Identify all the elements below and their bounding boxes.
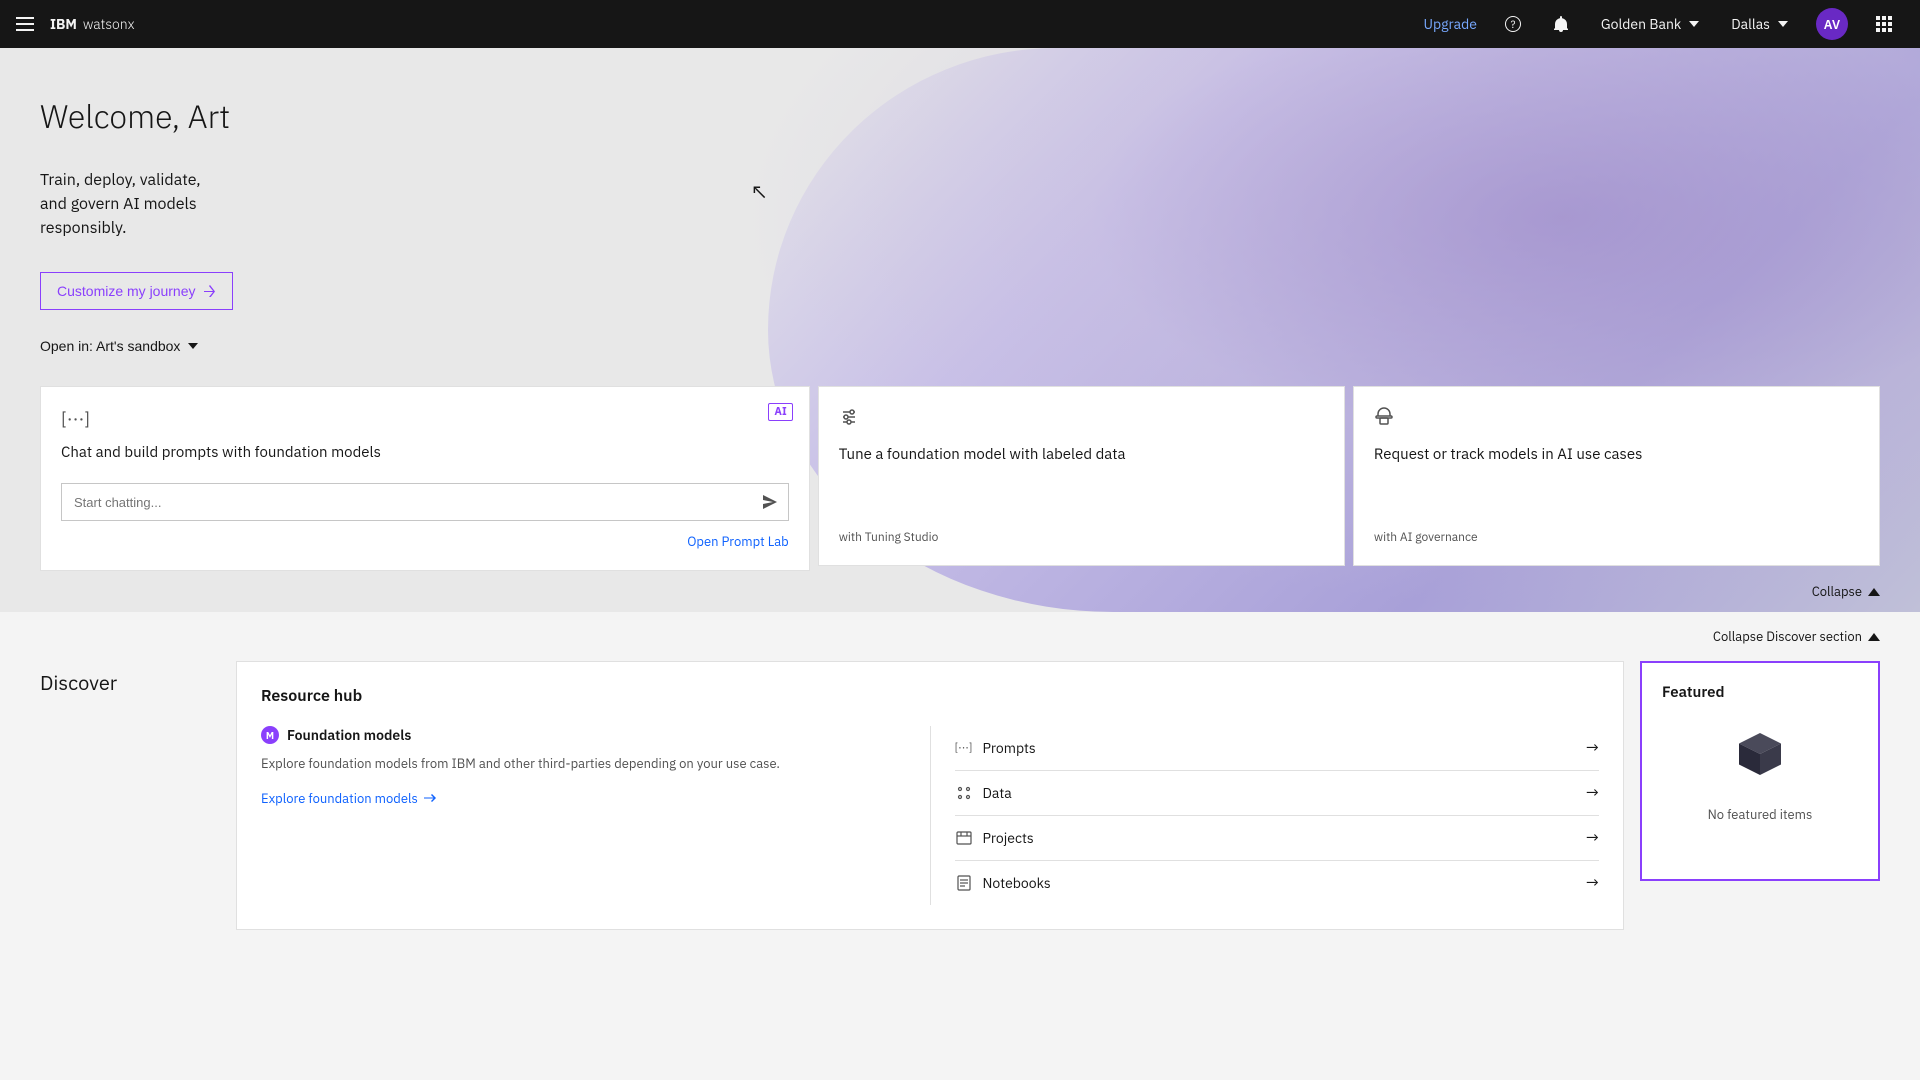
discover-label: Discover (40, 669, 220, 696)
projects-list-item[interactable]: Projects → (955, 816, 1600, 861)
hamburger-button[interactable] (16, 17, 34, 31)
foundation-models-section: M Foundation models Explore foundation m… (261, 726, 931, 905)
foundation-models-desc: Explore foundation models from IBM and o… (261, 754, 906, 774)
explore-foundation-models-link[interactable]: Explore foundation models (261, 790, 906, 807)
notebooks-arrow: → (1586, 873, 1599, 893)
projects-arrow: → (1586, 828, 1599, 848)
data-list-item[interactable]: Data → (955, 771, 1600, 816)
prompts-label: [···] Prompts (955, 739, 1036, 757)
collapse-button[interactable]: Collapse (40, 571, 1880, 612)
prompts-arrow: → (1586, 738, 1599, 758)
prompt-lab-card-title: Chat and build prompts with foundation m… (61, 442, 789, 463)
resource-hub-title: Resource hub (261, 686, 1599, 706)
tuning-icon (839, 407, 1324, 432)
foundation-models-icon: M (261, 726, 279, 744)
hero-section: Welcome, Art Train, deploy, validate, an… (0, 48, 1920, 612)
region-dropdown[interactable]: Dallas (1719, 0, 1800, 48)
data-icon (955, 784, 973, 802)
notebooks-label: Notebooks (955, 874, 1051, 892)
topbar-actions: Upgrade ? Golden Bank Dallas AV (1416, 0, 1904, 48)
brand-logo: IBM watsonx (50, 15, 1408, 33)
ai-governance-card[interactable]: Request or track models in AI use cases … (1353, 386, 1880, 566)
cards-row: [···] AI Chat and build prompts with fou… (40, 386, 1880, 571)
foundation-models-label: Foundation models (287, 726, 411, 744)
org-dropdown[interactable]: Golden Bank (1589, 0, 1711, 48)
notebooks-icon (955, 874, 973, 892)
customize-journey-button[interactable]: Customize my journey (40, 272, 233, 310)
chat-icon: [···] (61, 407, 789, 430)
collapse-discover-label: Collapse Discover section (1713, 628, 1862, 645)
open-in-row: Open in: Art's sandbox (40, 338, 1880, 354)
featured-empty-label: No featured items (1708, 806, 1813, 823)
data-arrow: → (1586, 783, 1599, 803)
projects-label: Projects (955, 829, 1034, 847)
tuning-card-title: Tune a foundation model with labeled dat… (839, 444, 1324, 465)
customize-journey-label: Customize my journey (57, 283, 196, 299)
apps-button[interactable] (1864, 0, 1904, 48)
prompt-lab-card[interactable]: [···] AI Chat and build prompts with fou… (40, 386, 810, 571)
hero-content: Welcome, Art Train, deploy, validate, an… (40, 96, 1880, 612)
discover-section: Collapse Discover section Discover Resou… (0, 612, 1920, 970)
help-button[interactable]: ? (1493, 0, 1533, 48)
welcome-title: Welcome, Art (40, 96, 1880, 136)
tuning-card-subtitle: with Tuning Studio (839, 530, 1324, 545)
avatar-initials: AV (1824, 16, 1840, 33)
open-in-label: Open in: Art's sandbox (40, 338, 180, 354)
open-prompt-lab-link[interactable]: Open Prompt Lab (61, 533, 789, 550)
featured-panel: Featured No featured items (1640, 661, 1880, 881)
avatar[interactable]: AV (1816, 8, 1848, 40)
collapse-discover-button[interactable]: Collapse Discover section (40, 612, 1880, 661)
org-name: Golden Bank (1601, 15, 1681, 33)
hero-subtitle: Train, deploy, validate, and govern AI m… (40, 168, 320, 240)
tuning-studio-card[interactable]: Tune a foundation model with labeled dat… (818, 386, 1345, 566)
chat-send-button[interactable] (752, 484, 788, 520)
foundation-models-header: M Foundation models (261, 726, 906, 744)
page: Welcome, Art Train, deploy, validate, an… (0, 48, 1920, 1080)
resource-hub: Resource hub M Foundation models Explore… (236, 661, 1624, 930)
chat-input[interactable] (62, 487, 752, 518)
resource-hub-content: M Foundation models Explore foundation m… (261, 726, 1599, 905)
featured-box-icon (1728, 722, 1792, 786)
topbar: IBM watsonx Upgrade ? Golden Bank Dallas… (0, 0, 1920, 48)
projects-icon (955, 829, 973, 847)
prompts-icon: [···] (955, 739, 973, 757)
svg-text:?: ? (1511, 18, 1516, 31)
discover-layout: Discover Resource hub M Foundation model… (40, 661, 1880, 930)
notifications-button[interactable] (1541, 0, 1581, 48)
governance-card-title: Request or track models in AI use cases (1374, 444, 1859, 465)
govern-icon (1374, 407, 1859, 432)
ai-badge: AI (768, 403, 792, 421)
featured-center: No featured items (1662, 722, 1858, 823)
notebooks-list-item[interactable]: Notebooks → (955, 861, 1600, 905)
brand-ibm: IBM (50, 15, 77, 33)
resource-list: [···] Prompts → (931, 726, 1600, 905)
governance-card-subtitle: with AI governance (1374, 530, 1859, 545)
featured-title: Featured (1662, 683, 1725, 702)
region-name: Dallas (1731, 15, 1770, 33)
brand-product: watsonx (83, 15, 135, 33)
data-label: Data (955, 784, 1012, 802)
chat-input-row (61, 483, 789, 521)
explore-link-label: Explore foundation models (261, 790, 418, 807)
prompts-list-item[interactable]: [···] Prompts → (955, 726, 1600, 771)
upgrade-link[interactable]: Upgrade (1416, 15, 1485, 33)
sandbox-selector[interactable]: Open in: Art's sandbox (40, 338, 198, 354)
collapse-label: Collapse (1812, 583, 1862, 600)
